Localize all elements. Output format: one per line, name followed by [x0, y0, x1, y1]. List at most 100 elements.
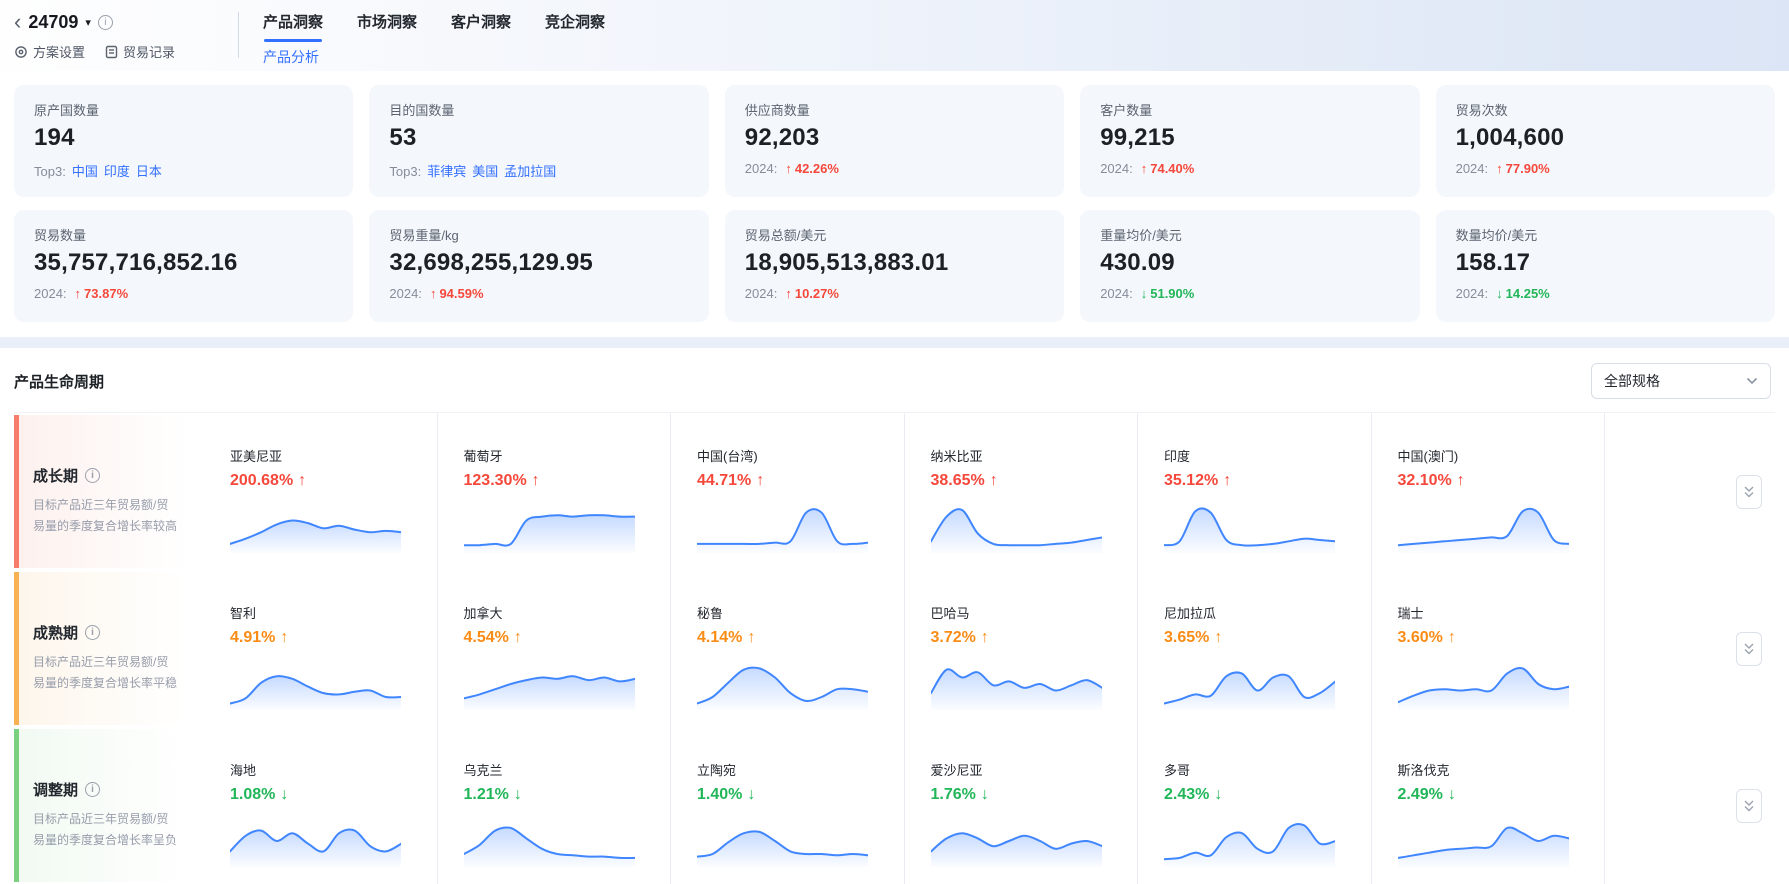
growth-rate: 4.14%↑	[697, 629, 888, 647]
double-chevron-down-icon	[1743, 799, 1755, 813]
growth-rate: 1.76%↓	[931, 786, 1122, 804]
country-cards: 亚美尼亚200.68%↑葡萄牙123.30%↑中国(台湾)44.71%↑纳米比亚…	[194, 413, 1723, 570]
sparkline-chart	[230, 658, 401, 710]
trend-down-icon: ↓	[280, 786, 288, 803]
stage-info-icon[interactable]: i	[85, 625, 100, 640]
country-card: 爱沙尼亚1.76%↓	[905, 727, 1139, 884]
top3-link[interactable]: 中国	[72, 164, 98, 179]
expand-rail	[1723, 570, 1775, 727]
top3-link[interactable]: 孟加拉国	[504, 164, 556, 179]
trend-pct: 14.25%	[1506, 286, 1550, 301]
trend-up-icon: ↑	[298, 472, 306, 489]
top3-label: Top3:	[34, 164, 66, 179]
tab-竞企洞察[interactable]: 竞企洞察	[545, 11, 605, 42]
trade-records-button[interactable]: 贸易记录	[105, 42, 175, 61]
stat-card: 贸易数量35,757,716,852.162024:↑73.87%	[14, 210, 353, 322]
back-icon[interactable]: ‹	[14, 12, 21, 32]
country-card: 海地1.08%↓	[204, 727, 438, 884]
stat-card: 客户数量99,2152024:↑74.40%	[1080, 85, 1419, 197]
plan-settings-button[interactable]: 方案设置	[14, 42, 85, 61]
country-card: 斯洛伐克2.49%↓	[1372, 727, 1606, 884]
lifecycle-row: 成熟期i目标产品近三年贸易额/贸易量的季度复合增长率平稳智利4.91%↑加拿大4…	[14, 570, 1775, 727]
sparkline-chart	[697, 815, 868, 867]
tab-product-analysis[interactable]: 产品分析	[263, 47, 605, 67]
top3-link[interactable]: 美国	[472, 164, 498, 179]
trend-up-icon: ↑	[785, 286, 792, 301]
stat-label: 贸易数量	[34, 225, 333, 244]
expand-row-button[interactable]	[1736, 632, 1762, 666]
tab-市场洞察[interactable]: 市场洞察	[357, 11, 417, 42]
tab-客户洞察[interactable]: 客户洞察	[451, 11, 511, 42]
stage-description: 目标产品近三年贸易额/贸易量的季度复合增长率呈负	[33, 809, 180, 851]
expand-row-button[interactable]	[1736, 475, 1762, 509]
country-card: 加拿大4.54%↑	[438, 570, 672, 727]
trend-down-icon: ↓	[1214, 786, 1222, 803]
trend-down-icon: ↓	[1496, 286, 1503, 301]
empty-card-slot	[1605, 727, 1723, 884]
title-caret-down-icon[interactable]: ▾	[85, 16, 91, 29]
stat-card: 数量均价/美元158.172024:↓14.25%	[1436, 210, 1775, 322]
expand-row-button[interactable]	[1736, 789, 1762, 823]
plan-settings-label: 方案设置	[33, 42, 85, 61]
sparkline-chart	[1398, 815, 1569, 867]
top3-link[interactable]: 菲律宾	[427, 164, 466, 179]
empty-card-slot	[1605, 413, 1723, 570]
growth-rate: 32.10%↑	[1398, 472, 1589, 490]
country-card: 秘鲁 4.14%↑	[671, 570, 905, 727]
growth-rate: 1.40%↓	[697, 786, 888, 804]
trend-down-icon: ↓	[1141, 286, 1148, 301]
growth-rate: 1.08%↓	[230, 786, 421, 804]
stats-grid: 原产国数量194Top3:中国印度日本目的国数量53Top3:菲律宾美国孟加拉国…	[14, 85, 1775, 322]
country-name: 亚美尼亚	[230, 446, 421, 465]
sparkline-chart	[1164, 658, 1335, 710]
sparkline-chart	[1398, 658, 1569, 710]
trend-up-icon: ↑	[1496, 161, 1503, 176]
title-info-icon[interactable]: i	[98, 15, 113, 30]
trend-pct: 77.90%	[1506, 161, 1550, 176]
country-card: 智利4.91%↑	[204, 570, 438, 727]
country-name: 印度	[1164, 446, 1355, 465]
trend-down-icon: ↓	[747, 786, 755, 803]
trend-up-icon: ↑	[514, 629, 522, 646]
country-card: 中国(澳门)32.10%↑	[1372, 413, 1606, 570]
empty-card-slot	[1605, 570, 1723, 727]
year-label: 2024:	[1100, 161, 1133, 176]
top3-label: Top3:	[389, 164, 421, 179]
sparkline-chart	[931, 815, 1102, 867]
trend-up-icon: ↑	[990, 472, 998, 489]
stage-info-icon[interactable]: i	[85, 782, 100, 797]
stats-panel: 原产国数量194Top3:中国印度日本目的国数量53Top3:菲律宾美国孟加拉国…	[0, 71, 1789, 337]
stat-label: 供应商数量	[745, 100, 1044, 119]
growth-rate: 4.54%↑	[464, 629, 655, 647]
stat-label: 贸易次数	[1456, 100, 1755, 119]
top3-link[interactable]: 印度	[104, 164, 130, 179]
year-label: 2024:	[745, 161, 778, 176]
country-name: 瑞士	[1398, 603, 1589, 622]
country-card: 中国(台湾)44.71%↑	[671, 413, 905, 570]
country-cards: 海地1.08%↓乌克兰1.21%↓立陶宛1.40%↓爱沙尼亚1.76%↓多哥2.…	[194, 727, 1723, 884]
sparkline-chart	[230, 815, 401, 867]
document-icon	[105, 45, 118, 59]
top3-link[interactable]: 日本	[136, 164, 162, 179]
stage-info-icon[interactable]: i	[85, 468, 100, 483]
country-name: 尼加拉瓜	[1164, 603, 1355, 622]
trend-up-icon: ↑	[1457, 472, 1465, 489]
sparkline-chart	[464, 501, 635, 553]
trend-up-icon: ↑	[1448, 629, 1456, 646]
double-chevron-down-icon	[1743, 485, 1755, 499]
settings-icon	[14, 45, 28, 59]
stat-footer: Top3: 中国印度日本	[34, 161, 333, 180]
country-name: 秘鲁	[697, 603, 888, 622]
stat-footer: 2024:↓51.90%	[1100, 286, 1399, 301]
spec-filter-select[interactable]: 全部规格	[1591, 363, 1771, 399]
stat-value: 92,203	[745, 124, 1044, 152]
stage-description: 目标产品近三年贸易额/贸易量的季度复合增长率较高	[33, 495, 180, 537]
stat-value: 35,757,716,852.16	[34, 249, 333, 277]
country-name: 中国(台湾)	[697, 446, 888, 465]
stat-card: 贸易次数1,004,6002024:↑77.90%	[1436, 85, 1775, 197]
country-card: 乌克兰1.21%↓	[438, 727, 672, 884]
tab-产品洞察[interactable]: 产品洞察	[263, 11, 323, 42]
country-name: 斯洛伐克	[1398, 760, 1589, 779]
header-toolbar: 方案设置 贸易记录	[14, 42, 238, 61]
trend-up-icon: ↑	[785, 161, 792, 176]
